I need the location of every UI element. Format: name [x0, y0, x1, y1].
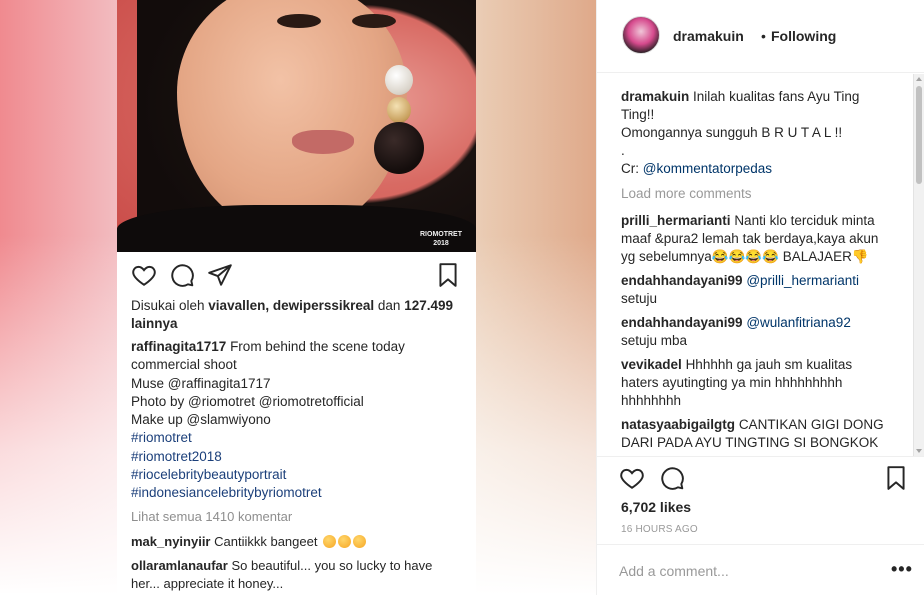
comments-panel: dramakuin • Following dramakuin Inilah k…: [596, 0, 924, 595]
list-item: endahhandayani99 @prilli_hermarianti set…: [621, 273, 860, 306]
post-header: dramakuin • Following: [597, 0, 924, 73]
caption-comment: dramakuin Inilah kualitas fans Ayu Ting …: [621, 89, 860, 176]
comment-username[interactable]: endahhandayani99: [621, 315, 743, 330]
header-separator: •: [761, 28, 766, 44]
following-button[interactable]: Following: [771, 28, 836, 44]
embedded-comment: ollaramlanaufar So beautiful... you so l…: [131, 558, 433, 591]
comment-icon[interactable]: [659, 465, 685, 491]
embedded-post-screenshot: RIOMOTRET 2018 Disukai oleh viavallen, d…: [117, 0, 476, 595]
list-item: prilli_hermarianti Nanti klo terciduk mi…: [621, 213, 879, 264]
embedded-likes-line: Disukai oleh viavallen, dewiperssikreal …: [131, 298, 453, 331]
emoji-icon: [338, 535, 352, 548]
comments-scrollbar[interactable]: [913, 74, 924, 456]
mention-link[interactable]: @prilli_hermarianti: [746, 273, 859, 288]
embedded-comment: mak_nyinyiir Cantiikkk bangeet: [131, 533, 461, 551]
embedded-action-row: [131, 262, 462, 288]
comment-username[interactable]: natasyaabigailgtg: [621, 417, 735, 432]
load-more-comments-button[interactable]: Load more comments: [621, 186, 752, 201]
comments-list[interactable]: dramakuin Inilah kualitas fans Ayu Ting …: [597, 74, 924, 454]
add-comment-input[interactable]: [619, 560, 869, 582]
heart-icon[interactable]: [619, 465, 645, 491]
mention-link[interactable]: @wulanfitriana92: [746, 315, 851, 330]
embedded-caption: raffinagita1717 From behind the scene to…: [131, 339, 405, 501]
likes-count[interactable]: 6,702 likes: [621, 499, 691, 515]
more-options-button[interactable]: •••: [891, 560, 913, 578]
portrait-photo: RIOMOTRET 2018: [117, 0, 476, 252]
heart-icon: [132, 265, 156, 286]
post-image[interactable]: RIOMOTRET 2018 Disukai oleh viavallen, d…: [0, 0, 596, 595]
scroll-down-icon[interactable]: [916, 449, 922, 453]
comment-username[interactable]: endahhandayani99: [621, 273, 743, 288]
emoji-icon: [353, 535, 367, 548]
photo-watermark: RIOMOTRET 2018: [420, 231, 462, 247]
comment-username[interactable]: prilli_hermarianti: [621, 213, 731, 228]
scroll-thumb[interactable]: [916, 86, 922, 184]
post-timestamp[interactable]: 16 HOURS AGO: [621, 524, 698, 535]
add-comment-bar: •••: [597, 544, 924, 595]
comment-username[interactable]: vevikadel: [621, 357, 682, 372]
list-item: vevikadel Hhhhhh ga jauh sm kualitas hat…: [621, 357, 853, 408]
bookmark-icon: [439, 263, 457, 287]
emoji-icon: [323, 535, 337, 548]
comment-icon: [171, 264, 194, 287]
avatar[interactable]: [622, 16, 660, 54]
scroll-up-icon[interactable]: [916, 77, 922, 81]
comment-username[interactable]: dramakuin: [621, 89, 689, 104]
bookmark-icon[interactable]: [883, 465, 909, 491]
list-item: endahhandayani99 @wulanfitriana92 setuju…: [621, 315, 851, 348]
embedded-view-all-comments: Lihat semua 1410 komentar: [131, 509, 293, 524]
list-item: natasyaabigailgtg CANTIKAN GIGI DONG DAR…: [621, 417, 884, 450]
post-actions: 6,702 likes 16 HOURS AGO: [597, 456, 924, 544]
mention-link[interactable]: @kommentatorpedas: [643, 161, 772, 176]
share-icon: [208, 264, 232, 286]
header-username[interactable]: dramakuin: [673, 28, 744, 44]
